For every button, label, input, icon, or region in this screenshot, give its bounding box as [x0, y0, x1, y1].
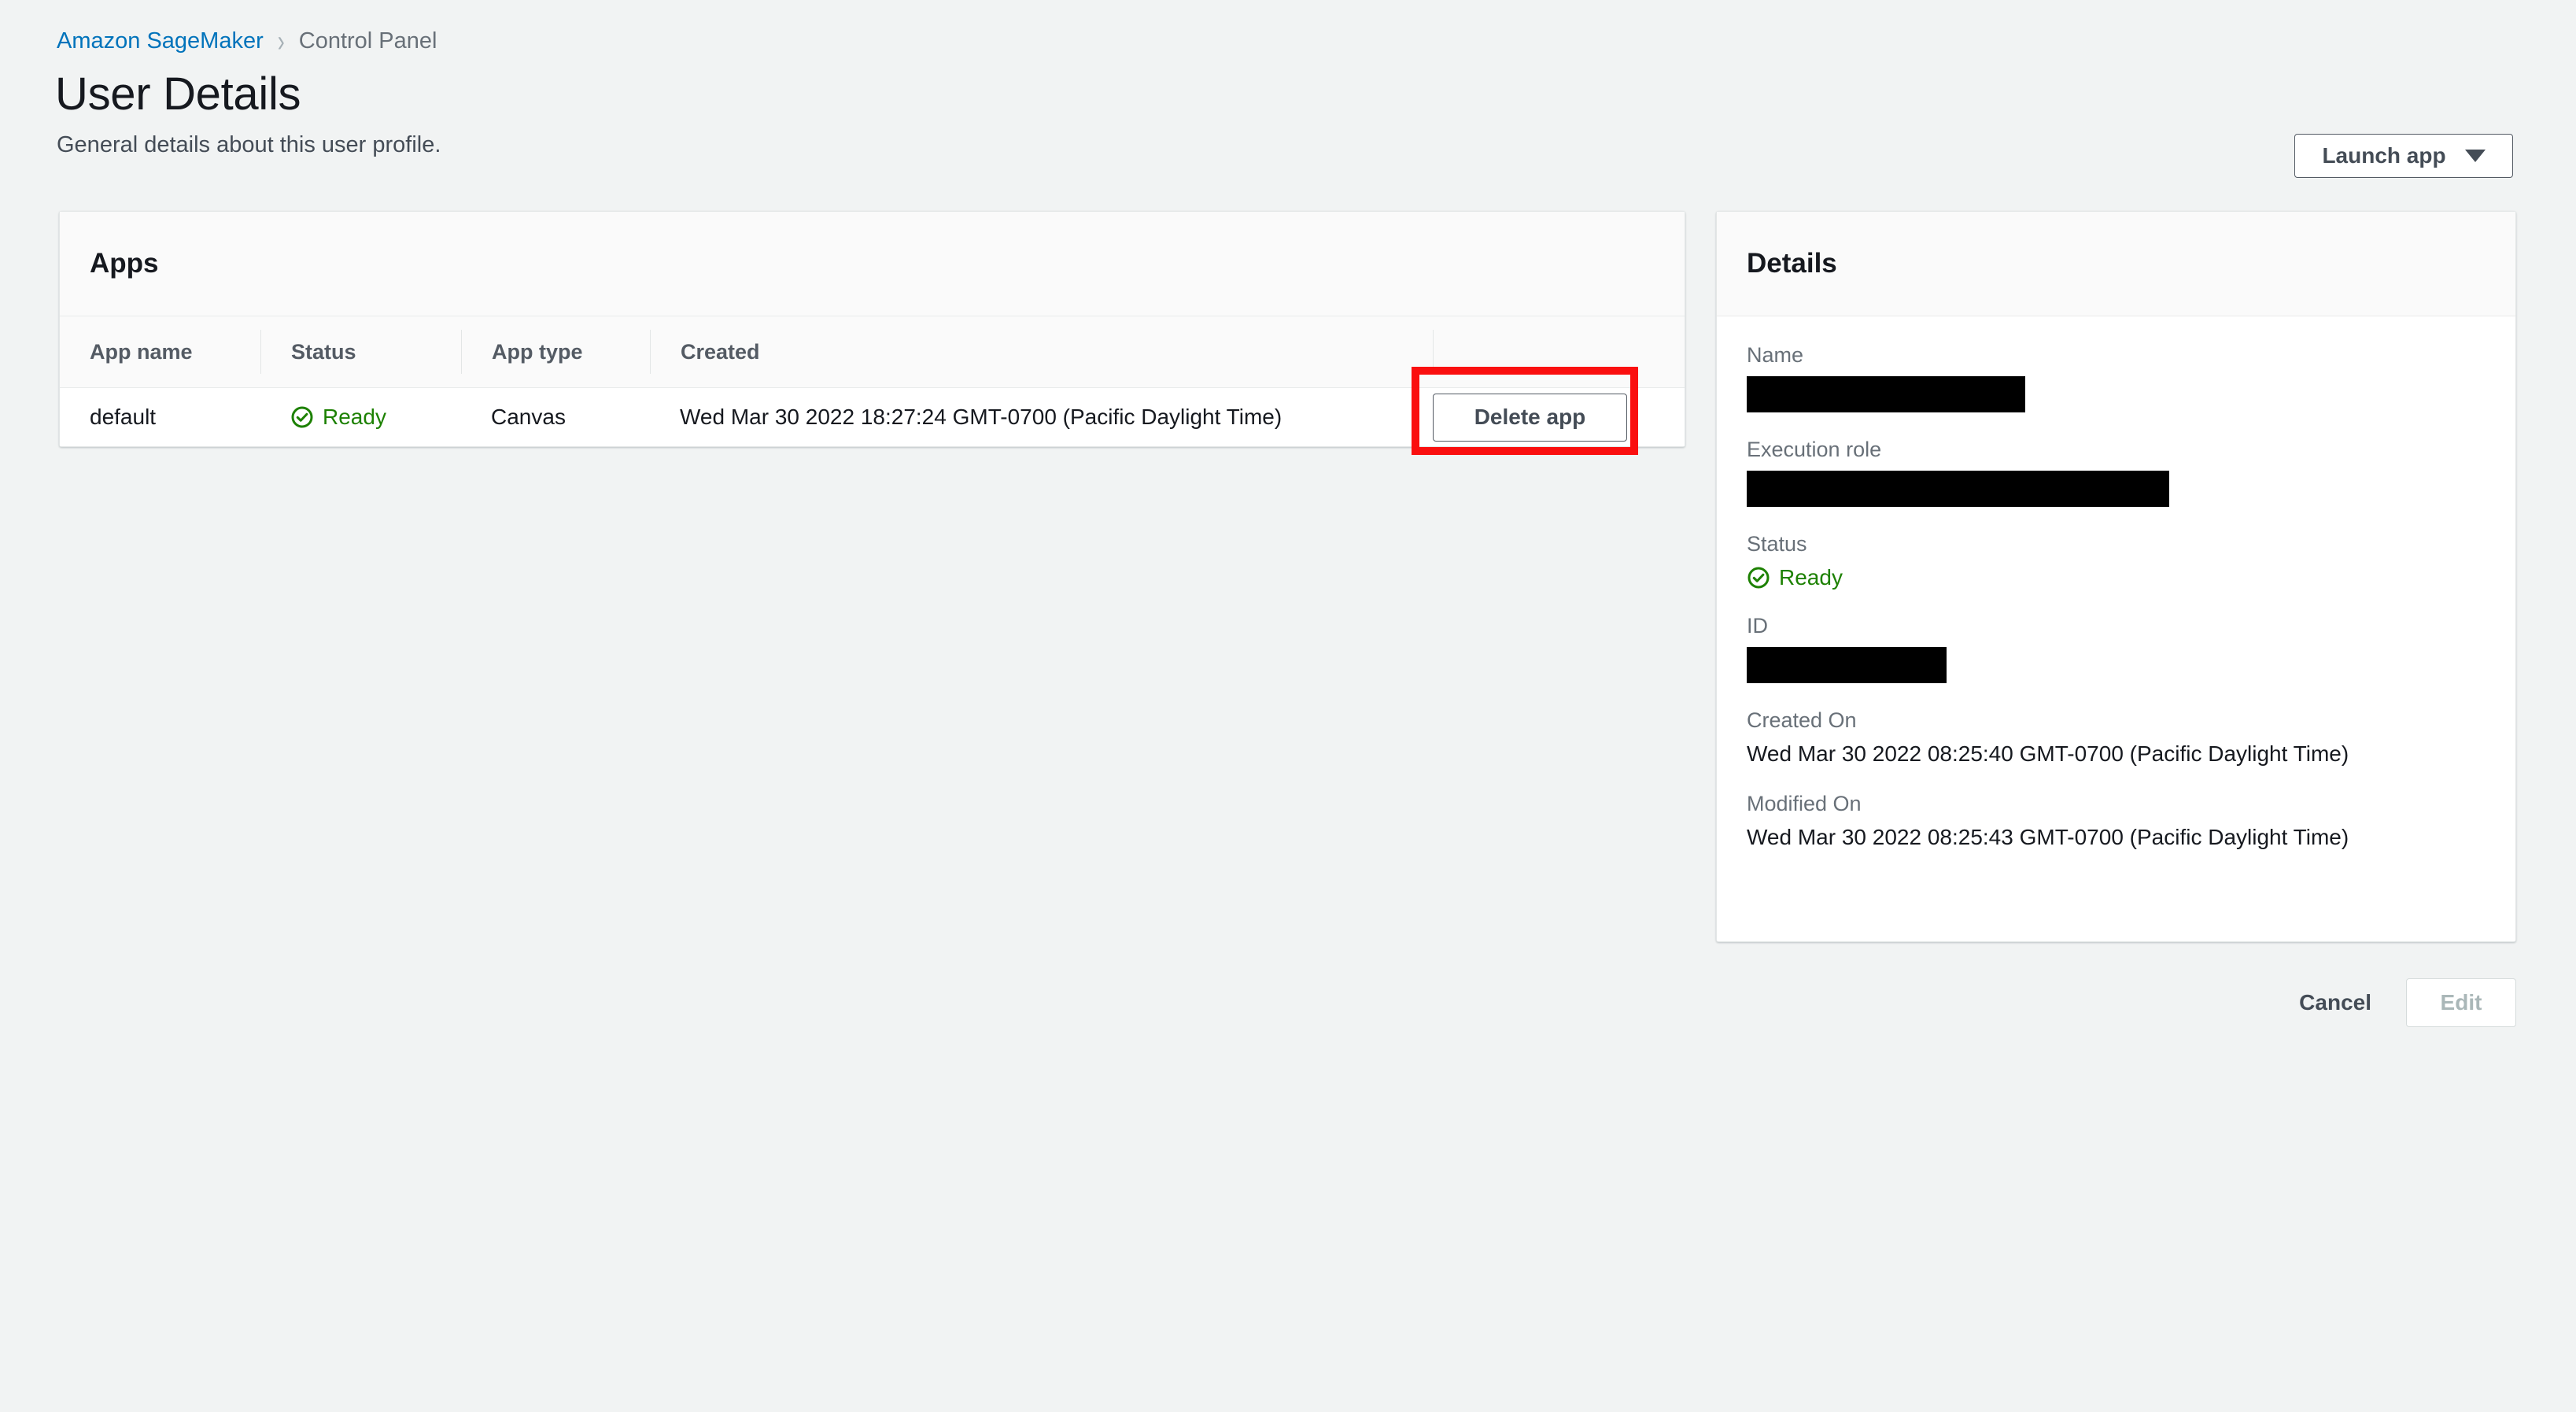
- table-row[interactable]: default Ready Canvas Wed Mar 30 2022 18:…: [60, 388, 1685, 446]
- redacted-value-name: [1747, 376, 2025, 412]
- edit-button[interactable]: Edit: [2406, 978, 2516, 1027]
- page-subtitle: General details about this user profile.: [57, 132, 441, 157]
- column-header-actions: [1433, 330, 1685, 374]
- detail-value-modified-on: Wed Mar 30 2022 08:25:43 GMT-0700 (Pacif…: [1747, 825, 2349, 849]
- detail-field-status: Status Ready: [1747, 532, 2486, 593]
- details-card-header: Details: [1717, 212, 2515, 316]
- detail-label-execution-role: Execution role: [1747, 438, 1882, 461]
- user-details-page: Amazon SageMaker › Control Panel User De…: [0, 0, 2576, 1412]
- details-body: Name Execution role Status Ready ID Crea…: [1717, 316, 2515, 850]
- redacted-value-execution-role: [1747, 471, 2169, 507]
- footer-actions: Cancel Edit: [1716, 975, 2516, 1030]
- detail-label-id: ID: [1747, 614, 1768, 638]
- breadcrumb-current-control-panel: Control Panel: [298, 28, 437, 54]
- cell-app-type: Canvas: [491, 405, 566, 429]
- launch-app-button-label: Launch app: [2322, 143, 2446, 168]
- detail-field-created-on: Created On Wed Mar 30 2022 08:25:40 GMT-…: [1747, 708, 2486, 767]
- breadcrumb: Amazon SageMaker › Control Panel: [57, 25, 437, 56]
- detail-value-created-on: Wed Mar 30 2022 08:25:40 GMT-0700 (Pacif…: [1747, 741, 2349, 766]
- cancel-button[interactable]: Cancel: [2294, 982, 2376, 1023]
- cell-actions: Delete app: [1433, 388, 1685, 446]
- apps-card: Apps App name Status App type Created de…: [59, 211, 1685, 447]
- breadcrumb-link-amazon-sagemaker[interactable]: Amazon SageMaker: [57, 30, 264, 53]
- column-header-app-name[interactable]: App name: [60, 330, 260, 374]
- launch-app-button[interactable]: Launch app: [2294, 134, 2513, 178]
- details-status-badge: Ready: [1747, 565, 1843, 590]
- detail-field-modified-on: Modified On Wed Mar 30 2022 08:25:43 GMT…: [1747, 792, 2486, 850]
- page-title: User Details: [55, 68, 301, 120]
- column-header-app-type[interactable]: App type: [461, 330, 650, 374]
- details-card-title: Details: [1747, 248, 1837, 279]
- apps-table-header-row: App name Status App type Created: [60, 316, 1685, 388]
- status-badge: Ready: [290, 405, 386, 430]
- detail-label-created-on: Created On: [1747, 708, 1857, 732]
- chevron-down-icon: [2464, 150, 2486, 162]
- delete-app-button[interactable]: Delete app: [1433, 393, 1627, 442]
- detail-field-name: Name: [1747, 343, 2486, 412]
- check-circle-icon: [291, 406, 313, 428]
- cell-created: Wed Mar 30 2022 18:27:24 GMT-0700 (Pacif…: [680, 405, 1282, 429]
- check-circle-icon: [1747, 567, 1770, 589]
- redacted-value-id: [1747, 647, 1947, 683]
- breadcrumb-separator-icon: ›: [277, 24, 285, 58]
- apps-card-title: Apps: [90, 248, 159, 279]
- column-header-status[interactable]: Status: [260, 330, 461, 374]
- detail-label-name: Name: [1747, 343, 1804, 367]
- cell-status: Ready: [260, 388, 461, 446]
- status-label: Ready: [323, 405, 386, 429]
- cell-app-name: default: [90, 405, 157, 429]
- detail-label-status: Status: [1747, 532, 1807, 556]
- apps-card-header: Apps: [60, 212, 1685, 316]
- detail-field-execution-role: Execution role: [1747, 438, 2486, 507]
- column-header-created[interactable]: Created: [650, 330, 1433, 374]
- details-status-label: Ready: [1779, 565, 1843, 590]
- detail-field-id: ID: [1747, 614, 2486, 683]
- detail-label-modified-on: Modified On: [1747, 792, 1862, 815]
- details-card: Details Name Execution role Status Ready: [1716, 211, 2516, 942]
